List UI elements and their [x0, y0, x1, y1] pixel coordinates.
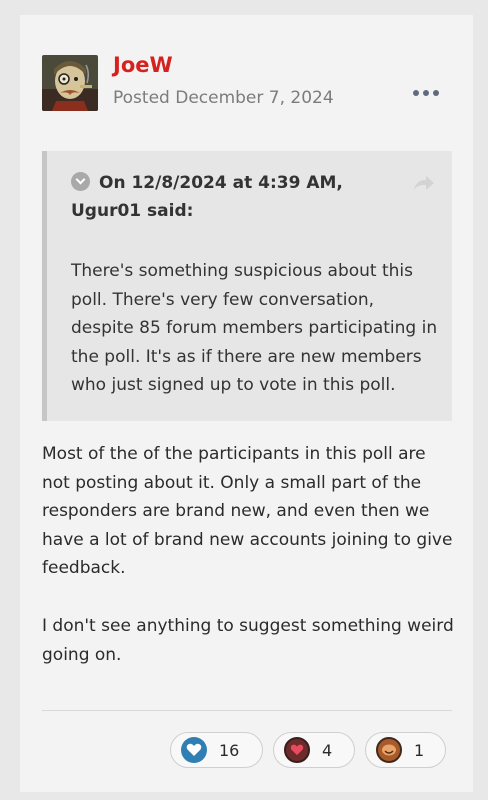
- author-name[interactable]: JoeW: [113, 53, 173, 77]
- reaction-love-button[interactable]: 4: [273, 732, 355, 768]
- post-paragraph: Most of the of the participants in this …: [42, 444, 453, 578]
- quote-header[interactable]: On 12/8/2024 at 4:39 AM, Ugur01 said:: [71, 169, 411, 225]
- divider: [42, 710, 452, 711]
- quote-text: There's something suspicious about this …: [71, 261, 438, 395]
- reaction-count: 4: [322, 740, 333, 760]
- author-avatar[interactable]: [42, 55, 98, 111]
- more-options-icon[interactable]: [413, 83, 439, 103]
- post-paragraph: I don't see anything to suggest somethin…: [42, 616, 454, 665]
- haha-face-icon: [376, 737, 402, 763]
- post-date: Posted December 7, 2024: [113, 88, 334, 108]
- reaction-count: 1: [414, 740, 425, 760]
- reaction-like-button[interactable]: 16: [170, 732, 263, 768]
- chevron-down-icon[interactable]: [71, 172, 90, 191]
- love-heart-icon: [284, 737, 310, 763]
- reaction-count: 16: [219, 740, 240, 760]
- quote-attribution: On 12/8/2024 at 4:39 AM, Ugur01 said:: [71, 173, 343, 221]
- like-heart-icon: [181, 737, 207, 763]
- reaction-haha-button[interactable]: 1: [365, 732, 446, 768]
- post-card: JoeW Posted December 7, 2024 On 12/8/202…: [20, 15, 473, 792]
- quote-block: On 12/8/2024 at 4:39 AM, Ugur01 said: Th…: [42, 151, 452, 421]
- share-arrow-icon[interactable]: [412, 173, 436, 193]
